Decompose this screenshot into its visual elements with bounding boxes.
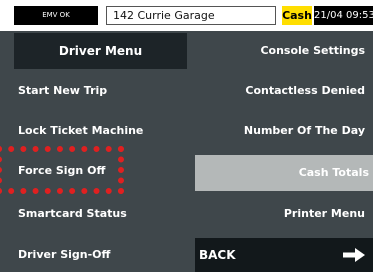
- number-of-the-day-button[interactable]: Number Of The Day: [195, 113, 369, 149]
- back-button[interactable]: BACK: [195, 238, 373, 272]
- emv-status: EMV OK: [14, 6, 98, 25]
- arrow-right-icon: [343, 248, 365, 262]
- driver-sign-off-button[interactable]: Driver Sign-Off: [18, 237, 183, 272]
- contactless-denied-button[interactable]: Contactless Denied: [195, 73, 369, 109]
- date-time: 21/04 09:53: [314, 6, 373, 25]
- cash-totals-button[interactable]: Cash Totals: [195, 155, 373, 191]
- status-bar: EMV OK 142 Currie Garage Cash 21/04 09:5…: [0, 0, 373, 31]
- location-label: 142 Currie Garage: [106, 6, 276, 25]
- back-label: BACK: [199, 248, 236, 262]
- lock-ticket-machine-button[interactable]: Lock Ticket Machine: [18, 113, 183, 149]
- payment-mode-badge: Cash: [282, 6, 312, 25]
- driver-menu-screen: EMV OK 142 Currie Garage Cash 21/04 09:5…: [0, 0, 373, 272]
- console-settings-button[interactable]: Console Settings: [195, 33, 369, 69]
- menu-title: Driver Menu: [14, 33, 187, 69]
- smartcard-status-button[interactable]: Smartcard Status: [18, 196, 183, 232]
- printer-menu-button[interactable]: Printer Menu: [195, 196, 369, 232]
- start-new-trip-button[interactable]: Start New Trip: [18, 73, 183, 109]
- force-sign-off-button[interactable]: Force Sign Off: [18, 153, 183, 189]
